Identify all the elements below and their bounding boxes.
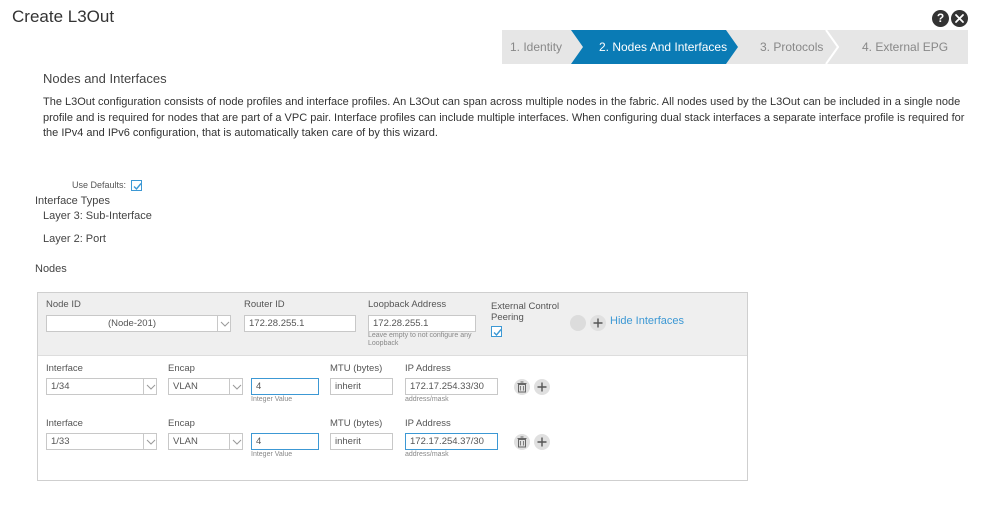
- ip-address-hint: address/mask: [405, 396, 449, 403]
- chevron-down-icon[interactable]: [143, 433, 157, 450]
- node-id-select[interactable]: (Node-201): [46, 315, 218, 332]
- plus-icon: [537, 437, 547, 447]
- section-title: Nodes and Interfaces: [43, 71, 167, 86]
- loopback-address-input[interactable]: 172.28.255.1: [368, 315, 476, 332]
- interface-label: Interface: [46, 418, 83, 429]
- external-peering-label: Peering: [491, 312, 524, 323]
- close-icon[interactable]: [951, 10, 968, 27]
- checkmark-icon: [493, 329, 502, 337]
- nodes-title: Nodes: [35, 263, 67, 275]
- chevron-down-icon[interactable]: [217, 315, 231, 332]
- router-id-label: Router ID: [244, 299, 285, 310]
- encap-id-hint: Integer Value: [251, 396, 293, 403]
- dialog-title: Create L3Out: [12, 7, 115, 26]
- node-row: Node ID (Node-201) Router ID 172.28.255.…: [38, 293, 747, 356]
- mtu-label: MTU (bytes): [330, 363, 383, 374]
- loopback-address-label: Loopback Address: [368, 299, 447, 310]
- interface-types-title: Interface Types: [35, 195, 111, 207]
- interface-type-layer2: Layer 2: Port: [43, 233, 106, 245]
- trash-icon: [517, 381, 527, 393]
- trash-icon: [517, 436, 527, 448]
- mtu-input[interactable]: inherit: [330, 433, 393, 450]
- wizard-step-external-epg[interactable]: 4. External EPG: [862, 30, 948, 64]
- interface-type-layer3: Layer 3: Sub-Interface: [43, 210, 152, 222]
- chevron-down-icon[interactable]: [229, 378, 243, 395]
- add-node-button[interactable]: [590, 315, 606, 331]
- interface-label: Interface: [46, 363, 83, 374]
- add-interface-button[interactable]: [534, 379, 550, 395]
- wizard-steps: 1. Identity 2. Nodes And Interfaces 3. P…: [502, 30, 968, 64]
- delete-interface-button[interactable]: [514, 379, 530, 395]
- use-defaults-checkbox[interactable]: [131, 180, 142, 191]
- interface-select[interactable]: 1/34: [46, 378, 144, 395]
- checkmark-icon: [133, 183, 142, 191]
- router-id-input[interactable]: 172.28.255.1: [244, 315, 356, 332]
- nodes-panel: Node ID (Node-201) Router ID 172.28.255.…: [37, 292, 748, 481]
- ip-address-input[interactable]: 172.17.254.37/30: [405, 433, 498, 450]
- hide-interfaces-link[interactable]: Hide Interfaces: [610, 315, 684, 327]
- mtu-label: MTU (bytes): [330, 418, 383, 429]
- node-id-label: Node ID: [46, 299, 81, 310]
- add-interface-button[interactable]: [534, 434, 550, 450]
- wizard-separator: [825, 30, 839, 64]
- help-icon[interactable]: ?: [932, 10, 949, 27]
- ip-address-input[interactable]: 172.17.254.33/30: [405, 378, 498, 395]
- section-description: The L3Out configuration consists of node…: [43, 96, 965, 139]
- encap-select[interactable]: VLAN: [168, 433, 230, 450]
- encap-id-hint: Integer Value: [251, 451, 293, 458]
- encap-select[interactable]: VLAN: [168, 378, 230, 395]
- mtu-input[interactable]: inherit: [330, 378, 393, 395]
- wizard-step-identity[interactable]: 1. Identity: [510, 30, 562, 64]
- chevron-down-icon[interactable]: [143, 378, 157, 395]
- delete-interface-button[interactable]: [514, 434, 530, 450]
- chevron-down-icon[interactable]: [229, 433, 243, 450]
- plus-icon: [593, 318, 603, 328]
- encap-label: Encap: [168, 363, 195, 374]
- remove-node-button[interactable]: [570, 315, 586, 331]
- encap-id-input[interactable]: 4: [251, 433, 319, 450]
- wizard-step-active-label: 2. Nodes And Interfaces: [599, 40, 728, 54]
- plus-icon: [537, 382, 547, 392]
- loopback-hint: Leave empty to not configure any Loopbac…: [368, 332, 472, 347]
- interface-select[interactable]: 1/33: [46, 433, 144, 450]
- external-control-peering-checkbox[interactable]: [491, 326, 502, 337]
- ip-address-label: IP Address: [405, 363, 451, 374]
- wizard-step-nodes-and-interfaces[interactable]: 2. Nodes And Interfaces: [571, 30, 738, 64]
- use-defaults-label: Use Defaults:: [72, 180, 127, 190]
- ip-address-hint: address/mask: [405, 451, 449, 458]
- external-control-label: External Control: [491, 301, 560, 312]
- encap-label: Encap: [168, 418, 195, 429]
- encap-id-input[interactable]: 4: [251, 378, 319, 395]
- ip-address-label: IP Address: [405, 418, 451, 429]
- wizard-step-protocols[interactable]: 3. Protocols: [760, 30, 823, 64]
